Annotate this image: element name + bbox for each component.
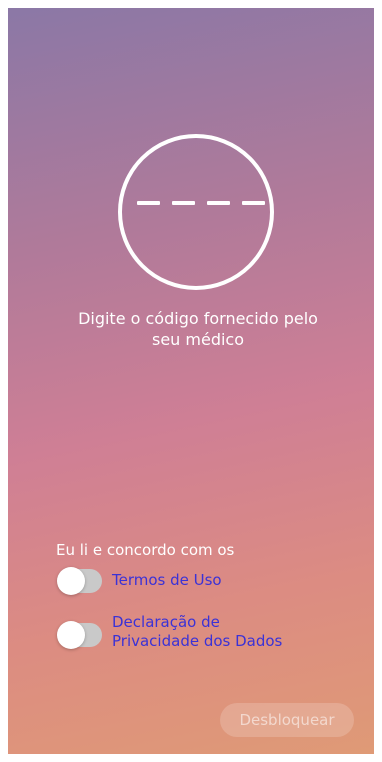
code-prompt: Digite o código fornecido pelo seu médic… — [48, 308, 348, 350]
code-prompt-line1: Digite o código fornecido pelo — [78, 309, 318, 328]
terms-toggle[interactable] — [57, 567, 102, 595]
code-digit-slot — [137, 201, 160, 205]
code-circle-icon[interactable] — [118, 134, 274, 290]
toggle-knob — [57, 567, 85, 595]
privacy-row: Declaração de Privacidade dos Dados — [57, 613, 282, 651]
privacy-toggle[interactable] — [57, 621, 102, 649]
privacy-statement-link[interactable]: Declaração de Privacidade dos Dados — [112, 613, 282, 651]
terms-of-use-link[interactable]: Termos de Uso — [112, 571, 222, 590]
privacy-link-line1: Declaração de — [112, 613, 220, 631]
unlock-screen: Digite o código fornecido pelo seu médic… — [8, 8, 374, 754]
code-prompt-line2: seu médico — [151, 330, 245, 349]
privacy-link-line2: Privacidade dos Dados — [112, 632, 283, 650]
agreement-label: Eu li e concordo com os — [56, 541, 235, 559]
code-placeholder-dashes — [137, 201, 265, 205]
code-digit-slot — [207, 201, 230, 205]
toggle-knob — [57, 621, 85, 649]
unlock-button[interactable]: Desbloquear — [220, 703, 354, 737]
code-digit-slot — [172, 201, 195, 205]
terms-row: Termos de Uso — [57, 567, 222, 595]
code-digit-slot — [242, 201, 265, 205]
